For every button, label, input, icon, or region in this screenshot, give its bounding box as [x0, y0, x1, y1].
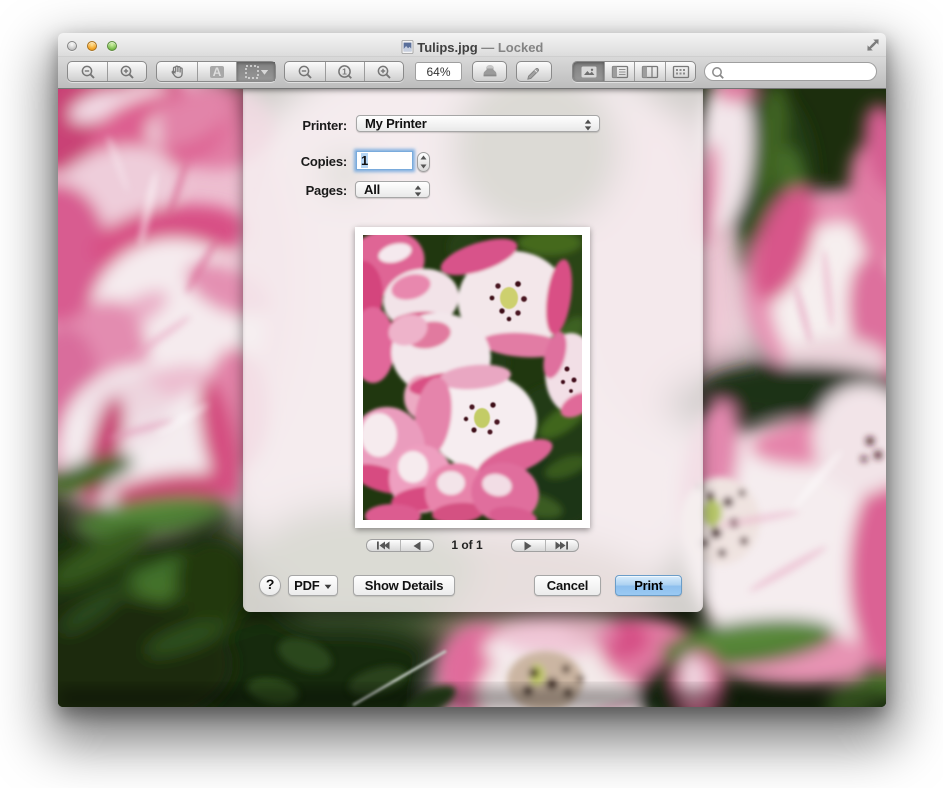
svg-text:1: 1 — [342, 66, 347, 76]
svg-text:A: A — [213, 65, 222, 79]
